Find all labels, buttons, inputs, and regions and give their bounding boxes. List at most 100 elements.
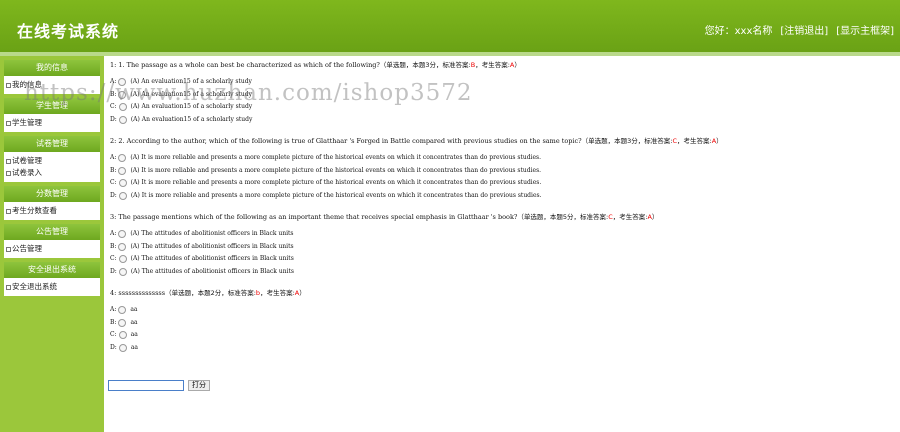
sidebar-item[interactable]: 考生分数查看: [4, 205, 100, 217]
sidebar-heading[interactable]: 公告管理: [4, 224, 100, 240]
user-area: 您好：xxx名称 [注销退出] [显示主框架]: [705, 22, 894, 37]
option-letter: A:: [110, 154, 117, 161]
question-block: 4: ssssssssssssss（单选题，本题2分，标准答案:b，考生答案:A…: [110, 288, 896, 364]
watermark-text: https://www.huzhan.com/ishop3572: [24, 80, 473, 106]
question-meta: ，考生答案:: [260, 289, 295, 297]
option-radio[interactable]: [118, 267, 127, 276]
option-text: (A) It is more reliable and presents a m…: [130, 166, 542, 174]
option-text: (A) It is more reliable and presents a m…: [130, 191, 542, 199]
sidebar-item[interactable]: 安全退出系统: [4, 281, 100, 293]
question-meta: （单选题，本题3分，标准答案:: [379, 61, 471, 69]
option-letter: B:: [110, 166, 117, 174]
option-letter: D:: [110, 267, 117, 275]
option-letter: C:: [110, 255, 117, 262]
score-form: 打分: [108, 380, 210, 391]
option-radio[interactable]: [118, 115, 127, 124]
option-text: aa: [130, 306, 138, 313]
option-radio[interactable]: [118, 255, 127, 264]
answer-option[interactable]: D: (A) It is more reliable and presents a…: [110, 190, 896, 203]
option-letter: B:: [110, 242, 117, 250]
answer-option[interactable]: C: (A) The attitudes of abolitionist offi…: [110, 253, 896, 266]
answer-option[interactable]: D: (A) An evaluation15 of a scholarly stu…: [110, 114, 896, 127]
question-meta: ）: [651, 213, 659, 221]
answer-option[interactable]: A: aa: [110, 304, 896, 317]
answer-option[interactable]: D: (A) The attitudes of abolitionist offi…: [110, 266, 896, 279]
option-text: (A) The attitudes of abolitionist office…: [130, 267, 294, 275]
answer-option[interactable]: C: aa: [110, 329, 896, 342]
header-divider: [0, 52, 900, 56]
question-meta: ，考生答案:: [612, 213, 648, 221]
option-radio[interactable]: [118, 306, 127, 315]
option-letter: A:: [110, 306, 117, 313]
app-header: 在线考试系统 您好：xxx名称 [注销退出] [显示主框架]: [0, 0, 900, 52]
question-block: 3: The passage mentions which of the fol…: [110, 212, 896, 288]
sidebar-group: 学生管理: [4, 114, 100, 132]
question-block: 2: 2. According to the author, which of …: [110, 136, 896, 212]
option-radio[interactable]: [118, 191, 127, 200]
question-meta: ）: [514, 61, 521, 69]
question-meta: ，考生答案:: [475, 61, 510, 69]
sidebar-heading[interactable]: 分数管理: [4, 186, 100, 202]
sidebar-item[interactable]: 试卷录入: [4, 167, 100, 179]
option-radio[interactable]: [118, 230, 127, 239]
score-button[interactable]: 打分: [188, 380, 210, 391]
question-text: 3: The passage mentions which of the fol…: [110, 213, 518, 221]
answer-option[interactable]: B: aa: [110, 317, 896, 330]
sidebar-heading[interactable]: 试卷管理: [4, 136, 100, 152]
question-text: 4: ssssssssssssss: [110, 289, 166, 297]
option-text: (A) The attitudes of abolitionist office…: [130, 242, 294, 250]
option-letter: C:: [110, 179, 117, 186]
answer-option[interactable]: B: (A) It is more reliable and presents a…: [110, 165, 896, 178]
sidebar-heading[interactable]: 安全退出系统: [4, 262, 100, 278]
option-radio[interactable]: [118, 242, 127, 251]
app-title: 在线考试系统: [17, 22, 120, 41]
option-text: aa: [130, 343, 138, 351]
answer-option[interactable]: B: (A) The attitudes of abolitionist offi…: [110, 241, 896, 254]
question-title: 3: The passage mentions which of the fol…: [110, 212, 896, 222]
question-title: 4: ssssssssssssss（单选题，本题2分，标准答案:b，考生答案:A…: [110, 288, 896, 298]
sidebar-item[interactable]: 公告管理: [4, 243, 100, 255]
answer-option[interactable]: A: (A) It is more reliable and presents a…: [110, 152, 896, 165]
question-meta: ）: [716, 137, 723, 145]
logout-link[interactable]: [注销退出]: [780, 22, 828, 37]
answer-option[interactable]: C: (A) It is more reliable and presents a…: [110, 177, 896, 190]
question-meta: ）: [299, 289, 306, 297]
option-radio[interactable]: [118, 343, 127, 352]
option-text: (A) It is more reliable and presents a m…: [130, 179, 542, 186]
sidebar-heading[interactable]: 我的信息: [4, 60, 100, 76]
option-radio[interactable]: [118, 166, 127, 175]
option-text: (A) An evaluation15 of a scholarly study: [130, 115, 253, 123]
question-text: 1: 1. The passage as a whole can best be…: [110, 61, 380, 69]
option-text: (A) It is more reliable and presents a m…: [130, 154, 541, 161]
option-letter: B:: [110, 318, 117, 326]
sidebar-item[interactable]: 试卷管理: [4, 155, 100, 167]
option-letter: A:: [110, 230, 117, 237]
option-text: aa: [130, 331, 138, 338]
option-text: (A) The attitudes of abolitionist office…: [130, 255, 294, 262]
sidebar-group: 安全退出系统: [4, 278, 100, 296]
answer-option[interactable]: D: aa: [110, 342, 896, 355]
answer-option[interactable]: A: (A) The attitudes of abolitionist offi…: [110, 228, 896, 241]
option-letter: D:: [110, 115, 117, 123]
sidebar-group: 考生分数查看: [4, 202, 100, 220]
option-text: (A) The attitudes of abolitionist office…: [130, 230, 294, 237]
option-letter: C:: [110, 331, 117, 338]
option-text: aa: [130, 318, 138, 326]
score-input[interactable]: [108, 380, 184, 391]
option-letter: D:: [110, 343, 117, 351]
show-frame-link[interactable]: [显示主框架]: [836, 22, 894, 37]
option-radio[interactable]: [118, 154, 127, 163]
question-title: 2: 2. According to the author, which of …: [110, 136, 896, 146]
question-text: 2: 2. According to the author, which of …: [110, 137, 582, 145]
option-radio[interactable]: [118, 318, 127, 327]
sidebar-item[interactable]: 学生管理: [4, 117, 100, 129]
sidebar-group: 试卷管理 试卷录入: [4, 152, 100, 182]
option-letter: D:: [110, 191, 117, 199]
question-meta: （单选题，本题3分，标准答案:: [581, 137, 673, 145]
question-meta: ，考生答案:: [677, 137, 712, 145]
sidebar: 我的信息 我的信息 学生管理 学生管理 试卷管理 试卷管理 试卷录入 分数管理 考生分数查看 公告…: [0, 56, 104, 432]
sidebar-group: 公告管理: [4, 240, 100, 258]
option-radio[interactable]: [118, 331, 127, 340]
user-greeting: 您好：xxx名称: [704, 26, 773, 37]
option-radio[interactable]: [118, 179, 127, 188]
